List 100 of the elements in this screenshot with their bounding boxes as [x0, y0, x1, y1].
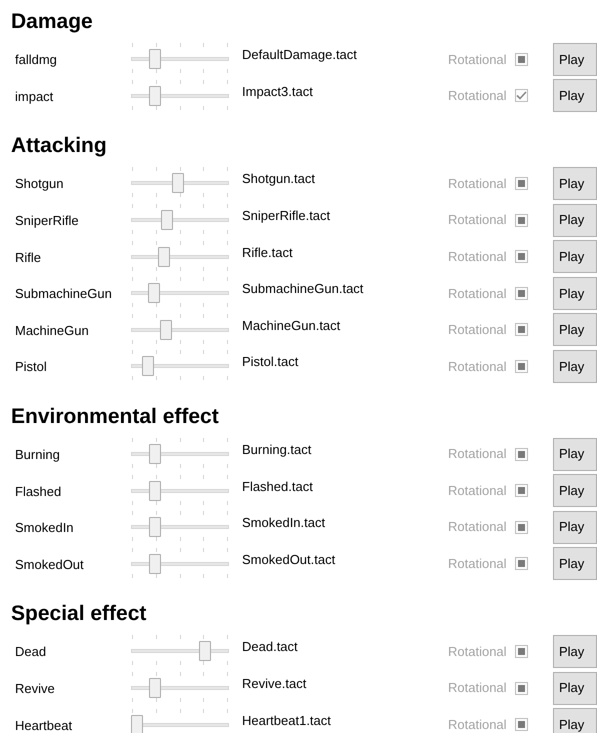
slider-track[interactable] [131, 517, 229, 538]
play-button[interactable]: Play [553, 240, 597, 274]
rotational-label: Rotational [448, 518, 508, 536]
slider-thumb[interactable] [161, 210, 174, 230]
effect-label: Shotgun [15, 176, 64, 192]
slider-thumb[interactable] [148, 283, 160, 304]
play-button[interactable]: Play [553, 634, 597, 668]
checkbox[interactable] [515, 484, 528, 498]
effect-label: SniperRifle [15, 213, 79, 228]
rotational-label: Rotational [448, 174, 508, 193]
file-name: SmokedOut.tact [242, 552, 336, 567]
file-name: SmokedIn.tact [242, 515, 326, 530]
rotational-label: Rotational [448, 482, 508, 500]
effect-label: impact [15, 88, 54, 104]
slider-thumb[interactable] [149, 444, 162, 464]
rotational-label: Rotational [448, 358, 508, 376]
play-button[interactable]: Play [553, 42, 597, 76]
checkmark-icon [516, 91, 527, 100]
play-button[interactable]: Play [553, 79, 597, 112]
play-button[interactable]: Play [553, 474, 597, 508]
rotational-label: Rotational [448, 716, 508, 733]
checkbox[interactable] [515, 448, 528, 461]
play-button[interactable]: Play [553, 166, 597, 200]
play-button[interactable]: Play [553, 276, 597, 310]
file-name: DefaultDamage.tact [242, 47, 357, 62]
effect-label: SubmachineGun [15, 286, 112, 302]
checkbox[interactable] [515, 718, 528, 732]
slider-thumb[interactable] [149, 678, 162, 698]
file-name: Revive.tact [242, 676, 306, 692]
effect-label: falldmg [15, 52, 57, 68]
checkbox[interactable] [515, 323, 528, 336]
checkbox[interactable] [515, 89, 528, 102]
file-name: Rifle.tact [242, 244, 293, 260]
slider-thumb[interactable] [131, 714, 143, 733]
slider-track[interactable] [131, 444, 229, 464]
section-heading: Attacking [11, 133, 107, 160]
slider-track[interactable] [131, 49, 229, 70]
checkbox[interactable] [515, 557, 528, 570]
slider-track[interactable] [131, 283, 229, 304]
checkbox[interactable] [515, 360, 528, 373]
slider-thumb[interactable] [149, 49, 162, 70]
slider-thumb[interactable] [198, 641, 211, 662]
checkbox[interactable] [515, 520, 528, 534]
rotational-label: Rotational [448, 679, 508, 698]
file-name: Dead.tact [242, 639, 298, 654]
slider-thumb[interactable] [172, 173, 184, 194]
checkbox[interactable] [515, 250, 528, 264]
play-button[interactable]: Play [553, 350, 597, 383]
rotational-label: Rotational [448, 321, 508, 340]
checkbox[interactable] [515, 176, 528, 190]
play-button[interactable]: Play [553, 438, 597, 471]
file-name: SniperRifle.tact [242, 208, 330, 224]
slider-thumb[interactable] [149, 86, 162, 106]
rotational-label: Rotational [448, 50, 508, 69]
checkbox[interactable] [515, 682, 528, 695]
slider-track[interactable] [131, 678, 229, 698]
slider-track[interactable] [131, 714, 229, 733]
file-name: Shotgun.tact [242, 171, 315, 186]
slider-track[interactable] [131, 554, 229, 574]
slider-track[interactable] [131, 641, 229, 662]
slider-thumb[interactable] [160, 320, 172, 340]
play-button[interactable]: Play [553, 672, 597, 705]
checkbox[interactable] [515, 644, 528, 658]
effect-label: Rifle [15, 250, 42, 265]
play-button[interactable]: Play [553, 547, 597, 580]
file-name: Heartbeat1.tact [242, 712, 331, 728]
slider-track[interactable] [131, 246, 229, 267]
slider-track[interactable] [131, 210, 229, 230]
rotational-label: Rotational [448, 642, 508, 661]
effect-label: SmokedIn [15, 520, 74, 536]
slider-thumb[interactable] [149, 517, 162, 538]
slider-track[interactable] [131, 173, 229, 194]
slider-track[interactable] [131, 480, 229, 501]
play-button[interactable]: Play [553, 313, 597, 346]
play-button[interactable]: Play [553, 708, 597, 733]
file-name: Pistol.tact [242, 354, 298, 370]
section-heading: Special effect [11, 601, 146, 628]
checkbox[interactable] [515, 214, 528, 227]
rotational-label: Rotational [448, 211, 508, 230]
checkbox[interactable] [515, 52, 528, 66]
rotational-label: Rotational [448, 445, 508, 464]
slider-track[interactable] [131, 356, 229, 376]
slider-track[interactable] [131, 86, 229, 106]
effect-label: SmokedOut [15, 556, 84, 572]
checkbox[interactable] [515, 286, 528, 300]
effect-label: Flashed [15, 484, 62, 499]
effect-label: Pistol [15, 359, 47, 374]
slider-thumb[interactable] [149, 554, 162, 574]
play-button[interactable]: Play [553, 204, 597, 237]
file-name: Burning.tact [242, 442, 312, 458]
slider-thumb[interactable] [142, 356, 154, 376]
file-name: Flashed.tact [242, 478, 313, 494]
file-name: Impact3.tact [242, 84, 313, 99]
slider-track[interactable] [131, 320, 229, 340]
effect-label: Revive [15, 681, 55, 696]
effect-label: Heartbeat [15, 718, 72, 733]
slider-thumb[interactable] [149, 480, 162, 501]
rotational-label: Rotational [448, 284, 508, 303]
play-button[interactable]: Play [553, 510, 597, 544]
slider-thumb[interactable] [158, 246, 170, 267]
